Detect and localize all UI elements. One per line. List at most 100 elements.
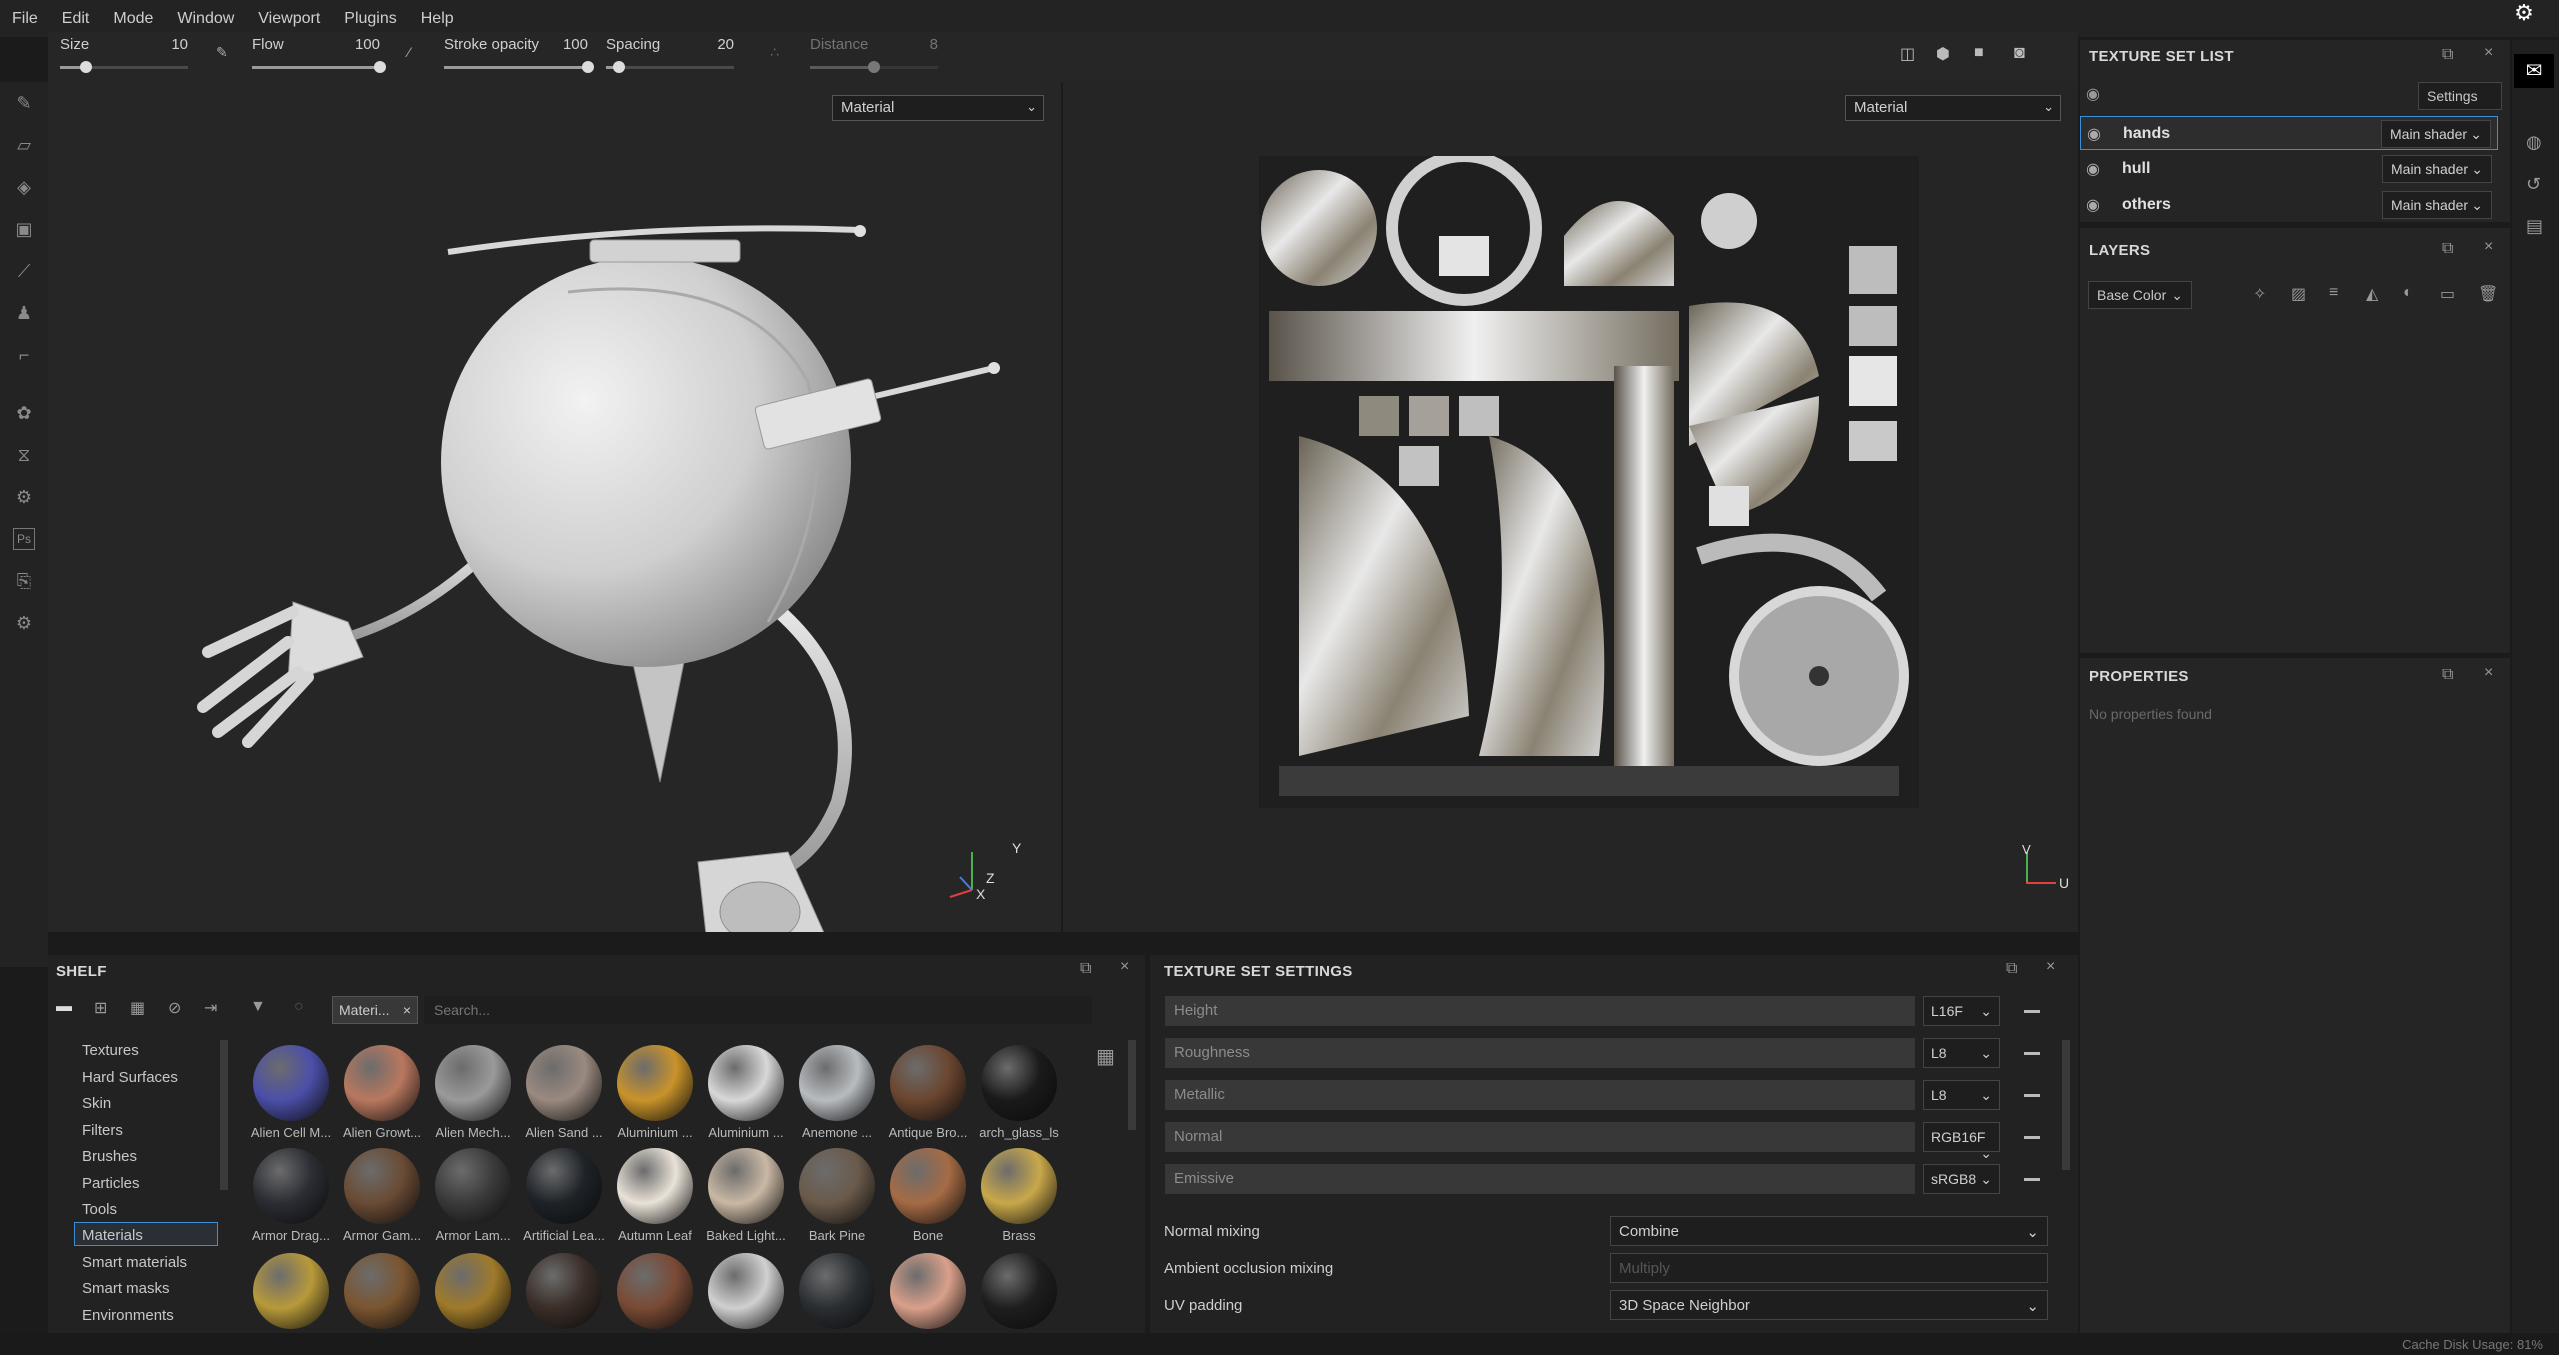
close-icon[interactable]: × — [2484, 238, 2493, 256]
history-icon[interactable]: ↺ — [2526, 174, 2541, 195]
tss-scrollbar[interactable] — [2062, 1040, 2070, 1170]
add-smart-material-icon[interactable]: ◐ — [2403, 284, 2413, 302]
float-panel-icon[interactable]: ⧉ — [1080, 960, 1091, 978]
split-view-icon[interactable]: ◫ — [1900, 44, 1915, 64]
close-icon[interactable]: × — [2484, 44, 2493, 62]
settings-dropdown[interactable]: Settings — [2418, 82, 2502, 110]
shader-dropdown[interactable]: Main shader ⌄ — [2381, 120, 2491, 148]
layer-channel-dropdown[interactable]: Base Color ⌄ — [2088, 281, 2192, 309]
texture-set-row-hull[interactable]: ◉ hull Main shader ⌄ — [2080, 152, 2498, 186]
close-icon[interactable]: × — [2484, 664, 2493, 682]
format-dropdown[interactable]: L8 ⌄ — [1923, 1038, 2000, 1068]
pen-icon[interactable]: ⁄ — [408, 44, 410, 60]
material-item[interactable]: Antique Bro... — [883, 1045, 973, 1140]
eraser-icon[interactable]: ▱ — [13, 134, 35, 156]
add-layer-icon[interactable]: ≡ — [2329, 284, 2338, 302]
remove-channel-icon[interactable] — [2024, 1052, 2040, 1055]
category-filters[interactable]: Filters — [82, 1122, 123, 1139]
material-item[interactable] — [610, 1253, 700, 1333]
shelf-scrollbar[interactable] — [1128, 1040, 1136, 1130]
channel-emissive[interactable]: Emissive — [1165, 1164, 1915, 1194]
import-icon[interactable]: ▦ — [130, 998, 145, 1018]
category-smart-masks[interactable]: Smart masks — [82, 1280, 170, 1297]
add-folder-icon[interactable]: ▭ — [2440, 284, 2455, 304]
format-dropdown[interactable]: L16F ⌄ — [1923, 996, 2000, 1026]
category-textures[interactable]: Textures — [82, 1042, 139, 1059]
material-item[interactable]: Brass — [974, 1148, 1064, 1243]
viewport-2d[interactable]: Material ⌄ V U — [1063, 82, 2078, 932]
category-smart-materials[interactable]: Smart materials — [82, 1254, 187, 1271]
menu-window[interactable]: Window — [165, 0, 246, 28]
material-item[interactable]: Autumn Leaf — [610, 1148, 700, 1243]
menu-mode[interactable]: Mode — [101, 0, 165, 28]
settings-icon[interactable]: ⚙ — [13, 486, 35, 508]
category-tools[interactable]: Tools — [82, 1201, 117, 1218]
format-dropdown[interactable]: RGB16F ⌄ — [1923, 1122, 2000, 1161]
color-picker-icon[interactable]: ⌐ — [13, 344, 35, 366]
folder-icon[interactable]: ▬ — [56, 998, 72, 1016]
channel-normal[interactable]: Normal — [1165, 1122, 1915, 1152]
uv-padding-dropdown[interactable]: 3D Space Neighbor ⌄ — [1610, 1290, 2048, 1320]
grid-view-icon[interactable]: ▦ — [1096, 1044, 1115, 1069]
float-panel-icon[interactable]: ⧉ — [2442, 240, 2453, 258]
delete-layer-icon[interactable]: 🗑 — [2478, 284, 2498, 304]
viewport-2d-channel-dropdown[interactable]: Material ⌄ — [1845, 95, 2061, 121]
material-item[interactable]: Armor Gam... — [337, 1148, 427, 1243]
shelf-search-input[interactable] — [424, 996, 1092, 1024]
viewport-3d[interactable]: Material ⌄ Y Z X — [48, 82, 1061, 932]
close-icon[interactable]: × — [1120, 958, 1129, 976]
settings-gear-icon[interactable]: ⚙ — [2506, 0, 2542, 25]
hide-icon[interactable]: ⊘ — [168, 998, 181, 1018]
material-picker-icon[interactable]: ✿ — [13, 402, 35, 424]
category-scrollbar[interactable] — [220, 1040, 228, 1190]
stroke-opacity-slider[interactable]: Stroke opacity 100 — [444, 32, 594, 73]
menu-plugins[interactable]: Plugins — [332, 0, 408, 28]
polygon-fill-icon[interactable]: ▣ — [13, 218, 35, 240]
lazy-mouse-icon[interactable]: ∴ — [770, 44, 779, 61]
screenshot-icon[interactable]: ◙ — [2014, 42, 2025, 63]
brush-icon[interactable]: ✎ — [216, 44, 228, 61]
material-item[interactable]: Armor Drag... — [246, 1148, 336, 1243]
category-particles[interactable]: Particles — [82, 1175, 140, 1192]
channel-height[interactable]: Height — [1165, 996, 1915, 1026]
material-item[interactable]: Bark Pine — [792, 1148, 882, 1243]
material-item[interactable] — [428, 1253, 518, 1333]
channel-roughness[interactable]: Roughness — [1165, 1038, 1915, 1068]
add-fill-layer-icon[interactable]: ◭ — [2366, 284, 2378, 304]
material-item[interactable]: Anemone ... — [792, 1045, 882, 1140]
export-icon[interactable]: ⎘ — [13, 570, 35, 592]
menu-viewport[interactable]: Viewport — [246, 0, 332, 28]
category-brushes[interactable]: Brushes — [82, 1148, 137, 1165]
material-item[interactable]: Armor Lam... — [428, 1148, 518, 1243]
material-item[interactable] — [246, 1253, 336, 1333]
format-dropdown[interactable]: sRGB8 ⌄ — [1923, 1164, 2000, 1194]
float-panel-icon[interactable]: ⧉ — [2442, 46, 2453, 64]
menu-help[interactable]: Help — [409, 0, 466, 28]
flow-slider[interactable]: Flow 100 — [252, 32, 386, 73]
material-item[interactable]: Artificial Lea... — [519, 1148, 609, 1243]
float-panel-icon[interactable]: ⧉ — [2442, 666, 2453, 684]
material-item[interactable]: Alien Mech... — [428, 1045, 518, 1140]
material-item[interactable]: Aluminium ... — [610, 1045, 700, 1140]
remove-channel-icon[interactable] — [2024, 1010, 2040, 1013]
visibility-eye-icon[interactable]: ◉ — [2086, 84, 2100, 104]
material-item[interactable]: Aluminium ... — [701, 1045, 791, 1140]
material-item[interactable]: Alien Cell M... — [246, 1045, 336, 1140]
normal-mixing-dropdown[interactable]: Combine ⌄ — [1610, 1216, 2048, 1246]
filter-tag[interactable]: Materi... × — [332, 996, 418, 1024]
category-skin[interactable]: Skin — [82, 1095, 111, 1112]
clone-icon[interactable]: ♟ — [13, 302, 35, 324]
shader-dropdown[interactable]: Main shader ⌄ — [2382, 155, 2492, 183]
material-item[interactable]: arch_glass_ls — [974, 1045, 1064, 1140]
category-hard-surfaces[interactable]: Hard Surfaces — [82, 1069, 178, 1086]
float-panel-icon[interactable]: ⧉ — [2006, 960, 2017, 978]
video-icon[interactable]: ■ — [1974, 44, 1984, 62]
close-icon[interactable]: × — [403, 1002, 411, 1018]
material-item[interactable]: Bone — [883, 1148, 973, 1243]
visibility-eye-icon[interactable]: ◉ — [2086, 195, 2100, 215]
camera-cube-icon[interactable]: ⬢ — [1936, 44, 1950, 64]
category-environments[interactable]: Environments — [82, 1307, 174, 1324]
shader-dropdown[interactable]: Main shader ⌄ — [2382, 191, 2492, 219]
feedback-icon[interactable]: ✉ — [2514, 54, 2554, 88]
remove-channel-icon[interactable] — [2024, 1178, 2040, 1181]
